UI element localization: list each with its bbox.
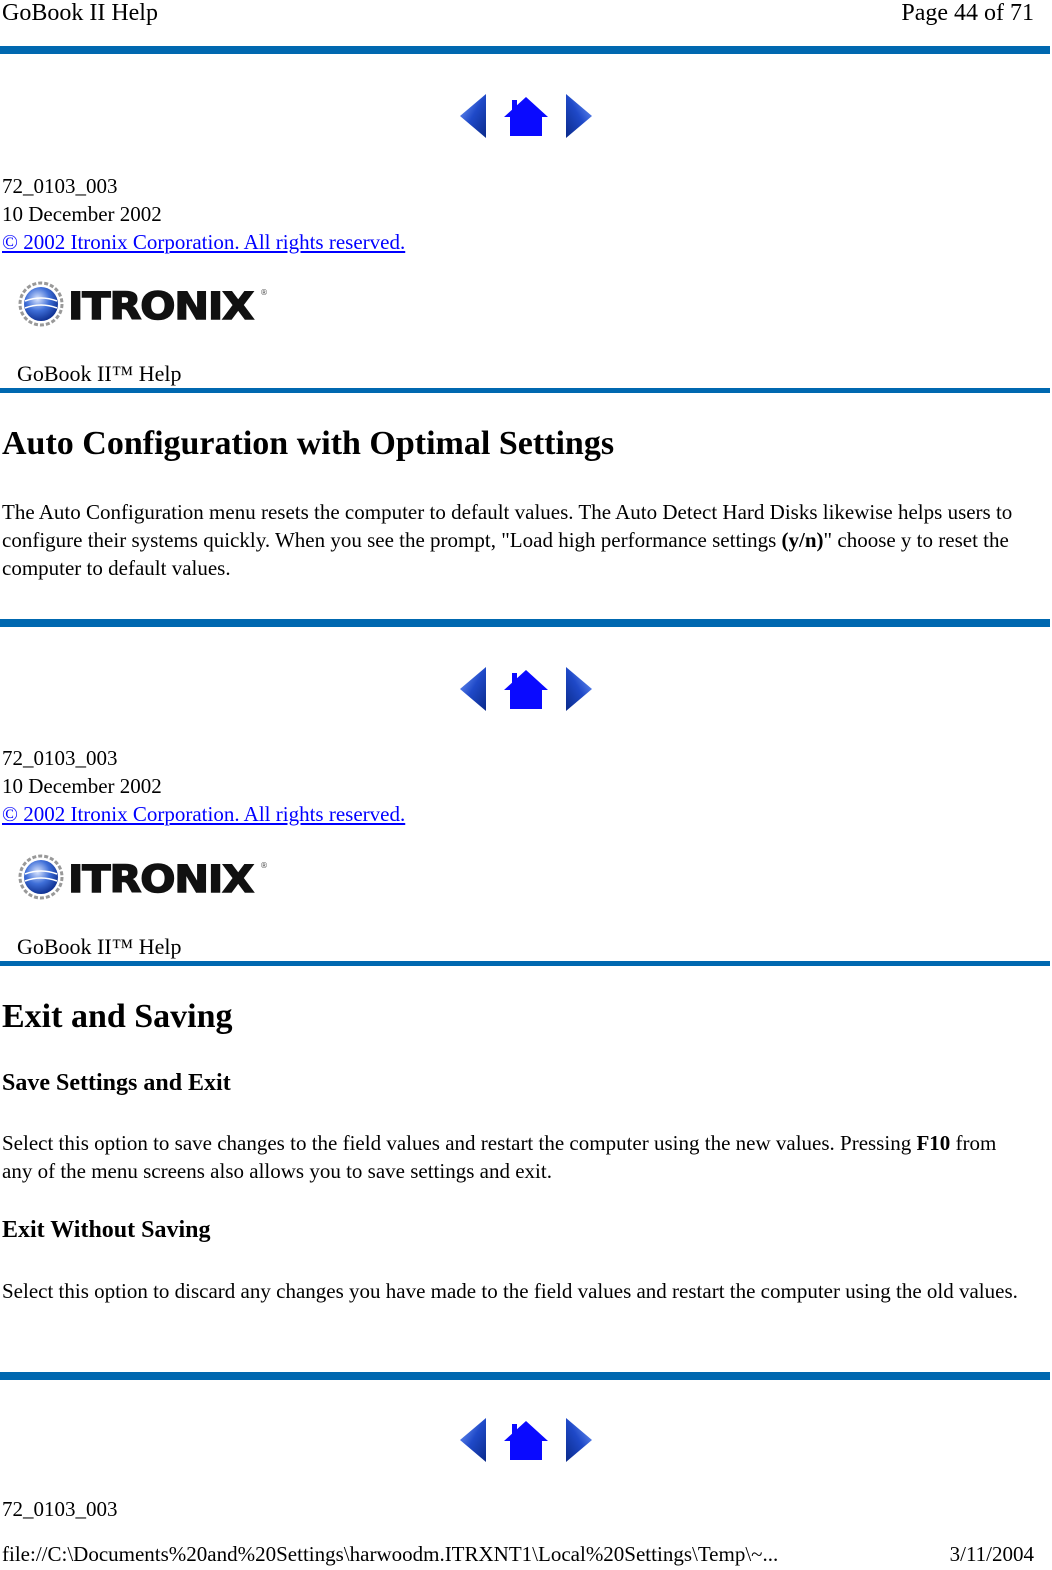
doc-meta: 72_0103_003 10 December 2002 © 2002 Itro… — [2, 172, 405, 256]
nav-bar — [458, 93, 594, 143]
help-subtitle: GoBook II™ Help — [17, 361, 182, 386]
doc-id: 72_0103_003 — [2, 746, 118, 770]
doc-id: 72_0103_003 — [2, 174, 118, 198]
registered-mark: ® — [260, 861, 268, 870]
home-icon[interactable] — [502, 1418, 550, 1467]
globe-icon — [18, 854, 64, 905]
section-heading: Auto Configuration with Optimal Settings — [2, 425, 615, 462]
logo-wordmark: ITRONIX — [67, 284, 255, 328]
doc-date: 10 December 2002 — [2, 774, 162, 798]
right-arrow-icon[interactable] — [564, 92, 594, 145]
f10-key: F10 — [916, 1131, 951, 1155]
logo-wordmark: ITRONIX — [67, 857, 255, 901]
page-header-title: GoBook II Help — [2, 0, 158, 26]
home-icon[interactable] — [502, 94, 550, 143]
divider-rule — [0, 961, 1050, 966]
doc-id: 72_0103_003 — [2, 1497, 118, 1521]
left-arrow-icon[interactable] — [458, 92, 488, 145]
print-date: 3/11/2004 — [949, 1542, 1034, 1566]
section-paragraph: The Auto Configuration menu resets the c… — [2, 500, 1013, 580]
yn-keys: (y/n) — [781, 528, 824, 552]
divider-rule — [0, 46, 1050, 54]
itronix-logo: ITRONIX ® — [18, 281, 268, 332]
registered-mark: ® — [260, 288, 268, 297]
copyright-link[interactable]: © 2002 Itronix Corporation. All rights r… — [2, 802, 405, 826]
globe-icon — [18, 281, 64, 332]
subsection-heading: Save Settings and Exit — [2, 1070, 231, 1096]
doc-date: 10 December 2002 — [2, 202, 162, 226]
file-path: file://C:\Documents%20and%20Settings\har… — [2, 1542, 779, 1566]
right-arrow-icon[interactable] — [564, 665, 594, 718]
page-number: Page 44 of 71 — [901, 0, 1034, 26]
left-arrow-icon[interactable] — [458, 1416, 488, 1469]
doc-meta: 72_0103_003 10 December 2002 © 2002 Itro… — [2, 744, 405, 828]
subsection-paragraph: Select this option to save changes to th… — [2, 1131, 997, 1183]
divider-rule — [0, 619, 1050, 627]
left-arrow-icon[interactable] — [458, 665, 488, 718]
right-arrow-icon[interactable] — [564, 1416, 594, 1469]
divider-rule — [0, 388, 1050, 393]
divider-rule — [0, 1372, 1050, 1380]
nav-bar — [458, 666, 594, 716]
itronix-logo: ITRONIX ® — [18, 854, 268, 905]
section-heading: Exit and Saving — [2, 998, 233, 1035]
subsection-paragraph: Select this option to discard any change… — [2, 1279, 1018, 1303]
copyright-link[interactable]: © 2002 Itronix Corporation. All rights r… — [2, 230, 405, 254]
home-icon[interactable] — [502, 667, 550, 716]
subsection-heading: Exit Without Saving — [2, 1217, 211, 1243]
nav-bar — [458, 1417, 594, 1467]
help-subtitle: GoBook II™ Help — [17, 934, 182, 959]
